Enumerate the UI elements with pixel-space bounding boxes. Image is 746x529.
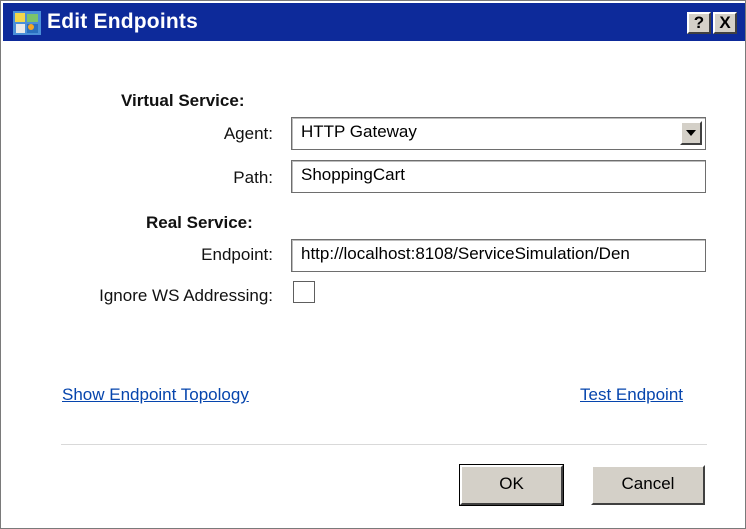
test-endpoint-link[interactable]: Test Endpoint [580,385,683,405]
agent-label: Agent: [223,124,273,143]
agent-select-value: HTTP Gateway [301,122,417,141]
virtual-service-heading: Virtual Service: [121,91,245,110]
ignore-ws-addressing-label: Ignore WS Addressing: [99,286,273,305]
ignore-ws-addressing-checkbox[interactable] [293,281,315,303]
chevron-down-icon[interactable] [680,121,702,145]
ok-button[interactable]: OK [459,464,564,506]
help-button[interactable]: ? [687,12,711,34]
edit-endpoints-dialog: Edit Endpoints ? X Virtual Service: Agen… [0,0,746,529]
endpoint-label: Endpoint: [201,245,273,264]
path-input[interactable]: ShoppingCart [291,160,706,193]
app-icon [13,11,41,35]
agent-select[interactable]: HTTP Gateway [291,117,706,150]
cancel-button[interactable]: Cancel [591,465,705,505]
real-service-heading: Real Service: [146,213,253,232]
divider [61,444,707,445]
show-endpoint-topology-link[interactable]: Show Endpoint Topology [62,385,249,405]
title-bar[interactable]: Edit Endpoints ? X [3,3,745,41]
endpoint-input[interactable]: http://localhost:8108/ServiceSimulation/… [291,239,706,272]
path-label: Path: [233,168,273,187]
dialog-title: Edit Endpoints [47,10,198,33]
close-button[interactable]: X [713,12,737,34]
